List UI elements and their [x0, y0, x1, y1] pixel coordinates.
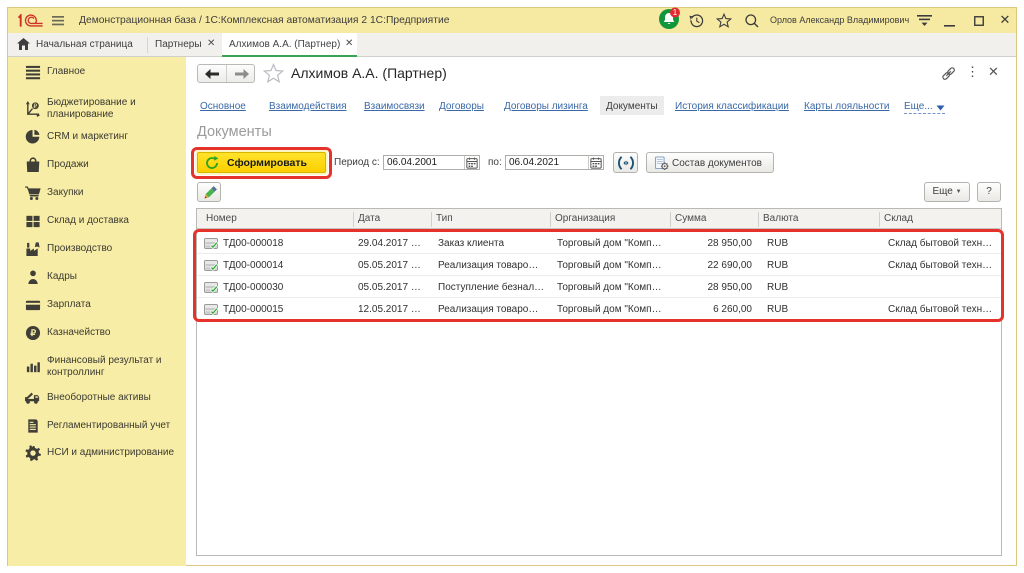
- svg-text:1: 1: [673, 8, 678, 17]
- svg-text:₽: ₽: [30, 327, 36, 337]
- svg-text:₽: ₽: [33, 103, 37, 110]
